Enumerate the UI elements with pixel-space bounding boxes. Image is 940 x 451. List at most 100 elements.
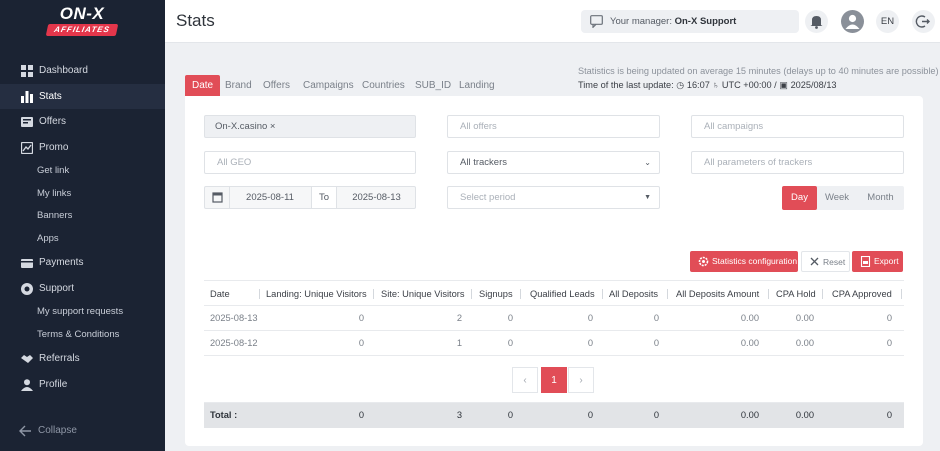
sidebar-item-payments[interactable]: Payments <box>0 250 165 276</box>
period-toggle: Day Week Month <box>782 186 904 210</box>
col-signups[interactable]: Signups <box>479 281 513 307</box>
sidebar-item-offers[interactable]: Offers <box>0 109 165 135</box>
language-switcher[interactable]: EN <box>876 10 899 33</box>
column-divider <box>471 289 472 299</box>
chevron-down-icon: ⌄ <box>644 158 651 167</box>
brand-filter[interactable]: On-X.casino × <box>204 115 416 138</box>
prev-page-button[interactable]: ‹ <box>512 367 538 393</box>
cell-landing-visitors: 0 <box>358 338 364 348</box>
wallet-icon <box>21 259 33 268</box>
offers-filter[interactable]: All offers <box>447 115 660 138</box>
sidebar-subitem-my-support-requests[interactable]: My support requests <box>0 301 165 324</box>
sidebar-item-promo[interactable]: Promo <box>0 135 165 161</box>
cell-all-deposits-amount: 0.00 <box>740 313 759 323</box>
tab-offers[interactable]: Offers <box>263 75 290 96</box>
manager-info[interactable]: Your manager: On-X Support <box>581 10 799 33</box>
logout-button[interactable] <box>912 10 935 33</box>
export-button[interactable]: Export <box>852 251 903 272</box>
table-row[interactable]: 2025-08-12 0 1 0 0 0 0.00 0.00 0 <box>204 331 904 356</box>
date-range-picker[interactable]: 2025-08-11 To 2025-08-13 <box>204 186 416 209</box>
reset-button[interactable]: Reset <box>801 251 850 272</box>
support-icon <box>21 282 33 295</box>
logout-icon <box>915 15 930 28</box>
stats-panel: On-X.casino × All offers All campaigns A… <box>185 96 923 446</box>
col-cpa-approved[interactable]: CPA Approved <box>832 281 892 307</box>
tab-brand[interactable]: Brand <box>225 75 252 96</box>
column-divider <box>667 289 668 299</box>
sidebar-subitem-apps[interactable]: Apps <box>0 228 165 251</box>
sidebar-item-profile[interactable]: Profile <box>0 372 165 398</box>
reset-label: Reset <box>823 257 846 267</box>
brand-logo[interactable]: ON-X AFFILIATES <box>45 5 119 39</box>
tab-campaigns[interactable]: Campaigns <box>303 75 354 96</box>
sidebar-item-label: Offers <box>39 116 67 127</box>
tab-date[interactable]: Date <box>185 75 221 96</box>
update-info: Statistics is being updated on average 1… <box>578 66 939 76</box>
sidebar-item-label: Dashboard <box>39 65 88 76</box>
pagination: ‹ 1 › <box>204 356 904 403</box>
period-week-button[interactable]: Week <box>817 186 857 210</box>
cell-signups: 0 <box>507 313 513 323</box>
bar-chart-icon <box>21 90 33 103</box>
tab-sub-id[interactable]: SUB_ID <box>415 75 451 96</box>
tab-countries[interactable]: Countries <box>362 75 405 96</box>
col-landing-unique-visitors[interactable]: Landing: Unique Visitors <box>266 281 367 307</box>
date-from-input[interactable]: 2025-08-11 <box>230 187 310 208</box>
tracker-params-filter[interactable]: All parameters of trackers <box>691 151 904 174</box>
user-avatar[interactable] <box>841 10 864 33</box>
notifications-button[interactable] <box>805 10 828 33</box>
sidebar-subitem-get-link[interactable]: Get link <box>0 160 165 183</box>
cell-cpa-approved: 0 <box>886 338 892 348</box>
date-to-input[interactable]: 2025-08-13 <box>337 187 416 208</box>
sidebar-subitem-banners[interactable]: Banners <box>0 205 165 228</box>
sidebar-item-label: Payments <box>39 257 84 268</box>
col-qualified-leads[interactable]: Qualified Leads <box>530 281 595 307</box>
table-total-row: Total : 0 3 0 0 0 0.00 0.00 0 <box>204 403 904 428</box>
sidebar-item-label: Referrals <box>39 353 80 364</box>
period-month-button[interactable]: Month <box>857 186 904 210</box>
user-icon <box>21 378 33 391</box>
sidebar-item-stats[interactable]: Stats <box>0 83 165 109</box>
trackers-select[interactable]: All trackers ⌄ <box>447 151 660 174</box>
statistics-configuration-button[interactable]: Statistics configuration <box>690 251 798 272</box>
geo-filter[interactable]: All GEO <box>204 151 416 174</box>
bell-icon <box>810 16 823 29</box>
period-day-button[interactable]: Day <box>782 186 817 210</box>
sidebar-item-support[interactable]: Support <box>0 276 165 302</box>
statistics-configuration-label: Statistics configuration <box>712 256 798 266</box>
next-page-button[interactable]: › <box>568 367 594 393</box>
sidebar-subitem-terms[interactable]: Terms & Conditions <box>0 324 165 347</box>
column-divider <box>259 289 260 299</box>
cell-cpa-approved: 0 <box>886 313 892 323</box>
top-header: Stats Your manager: On-X Support EN <box>165 0 940 43</box>
col-all-deposits-amount[interactable]: All Deposits Amount <box>676 281 759 307</box>
sidebar-item-referrals[interactable]: Referrals <box>0 346 165 372</box>
col-site-unique-visitors[interactable]: Site: Unique Visitors <box>381 281 465 307</box>
page-1-button[interactable]: 1 <box>541 367 567 393</box>
export-label: Export <box>874 256 899 266</box>
period-select[interactable]: Select period ▼ <box>447 186 660 209</box>
remove-tag-icon[interactable]: × <box>270 121 276 132</box>
col-date[interactable]: Date <box>210 281 230 307</box>
cell-site-visitors: 1 <box>456 338 462 348</box>
page-title: Stats <box>176 11 215 30</box>
column-divider <box>901 289 902 299</box>
table-row[interactable]: 2025-08-13 0 2 0 0 0 0.00 0.00 0 <box>204 306 904 331</box>
collapse-sidebar-button[interactable]: Collapse <box>0 421 165 441</box>
total-site-visitors: 3 <box>456 410 462 420</box>
cell-qualified-leads: 0 <box>587 338 593 348</box>
chat-icon <box>590 15 603 28</box>
sidebar-subitem-my-links[interactable]: My links <box>0 183 165 206</box>
collapse-label: Collapse <box>38 425 77 436</box>
last-update-label: Time of the last update: <box>578 80 674 90</box>
calendar-icon: ▣ <box>779 80 788 90</box>
tab-landing[interactable]: Landing <box>459 75 495 96</box>
col-cpa-hold[interactable]: CPA Hold <box>776 281 816 307</box>
campaigns-filter[interactable]: All campaigns <box>691 115 904 138</box>
sidebar-item-dashboard[interactable]: Dashboard <box>0 58 165 84</box>
brand-filter-value: On-X.casino <box>215 121 268 132</box>
last-update-time: 16:07 <box>686 80 710 90</box>
offers-icon <box>21 117 33 127</box>
col-all-deposits[interactable]: All Deposits <box>609 281 658 307</box>
cell-site-visitors: 2 <box>456 313 462 323</box>
